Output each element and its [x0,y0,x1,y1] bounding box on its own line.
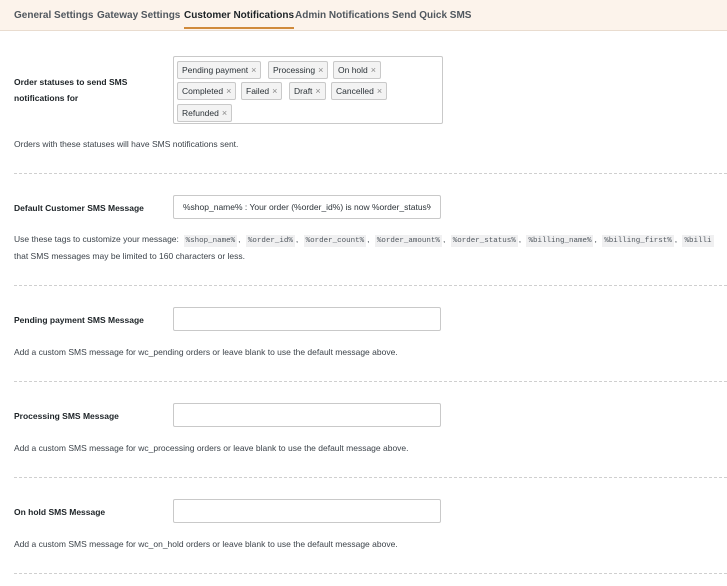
status-chip-refunded[interactable]: Refunded × [177,104,233,122]
chip-label: Failed [246,86,270,96]
tab-admin-notifications[interactable]: Admin Notifications [295,10,389,21]
processing-message-input[interactable] [173,403,441,427]
pending-message-description: Add a custom SMS message for wc_pending … [14,347,398,357]
order-statuses-label: Order statuses to send SMS notifications… [14,74,127,106]
remove-chip-icon[interactable]: × [371,65,376,75]
status-chip-cancelled[interactable]: Cancelled × [331,82,388,100]
remove-chip-icon[interactable]: × [222,108,227,118]
tab-general-settings[interactable]: General Settings [14,10,93,21]
processing-message-label: Processing SMS Message [14,411,119,421]
tags-help-text: Use these tags to customize your message… [14,234,714,247]
order-statuses-label-line1: Order statuses to send SMS [14,77,128,87]
section-divider [14,173,727,174]
status-chip-failed[interactable]: Failed × [241,82,283,100]
order-statuses-multiselect[interactable]: Pending payment × Processing × On hold × Co… [173,56,443,124]
chip-label: On hold [338,65,368,75]
processing-message-description: Add a custom SMS message for wc_processi… [14,443,409,453]
tag-code: %billi [682,235,714,247]
tag-code: %billing_first% [602,235,674,247]
tab-gateway-settings[interactable]: Gateway Settings [97,10,180,21]
pending-message-input[interactable] [173,307,441,331]
chip-label: Cancelled [336,86,374,96]
tags-help-prefix: Use these tags to customize your message… [14,234,179,244]
tag-code: %shop_name% [183,235,238,247]
status-chip-pending-payment[interactable]: Pending payment × [177,61,262,79]
chip-label: Refunded [182,108,219,118]
remove-chip-icon[interactable]: × [226,86,231,96]
remove-chip-icon[interactable]: × [315,86,320,96]
chip-label: Completed [182,86,224,96]
chip-label: Draft [294,86,313,96]
order-statuses-description: Orders with these statuses will have SMS… [14,139,239,149]
tab-customer-notifications[interactable]: Customer Notifications [184,10,295,29]
section-divider [14,477,727,478]
onhold-message-input[interactable] [173,499,441,523]
chip-label: Pending payment [182,65,249,75]
section-divider [14,381,727,382]
tag-code: %billing_name% [526,235,594,247]
remove-chip-icon[interactable]: × [272,86,277,96]
default-message-label: Default Customer SMS Message [14,203,144,213]
status-chip-completed[interactable]: Completed × [177,82,237,100]
tag-code: %order_id% [245,235,295,247]
tag-code: %order_count% [303,235,367,247]
remove-chip-icon[interactable]: × [251,65,256,75]
onhold-message-label: On hold SMS Message [14,507,106,517]
status-chip-draft[interactable]: Draft × [289,82,326,100]
pending-message-label: Pending payment SMS Message [14,315,144,325]
sms-length-note: that SMS messages may be limited to 160 … [14,251,246,261]
tab-send-quick-sms[interactable]: Send Quick SMS [392,10,471,21]
settings-tab-bar: General Settings Gateway Settings Custom… [0,0,727,31]
status-chip-processing[interactable]: Processing × [268,61,329,79]
section-divider [14,573,727,574]
tag-code: %order_status% [450,235,518,247]
section-divider [14,285,727,286]
order-statuses-label-line2: notifications for [14,93,79,103]
chip-label: Processing [273,65,316,75]
onhold-message-description: Add a custom SMS message for wc_on_hold … [14,539,398,549]
tag-code: %order_amount% [374,235,442,247]
remove-chip-icon[interactable]: × [318,65,323,75]
remove-chip-icon[interactable]: × [377,86,382,96]
status-chip-on-hold[interactable]: On hold × [333,61,382,79]
default-message-input[interactable] [173,195,441,219]
